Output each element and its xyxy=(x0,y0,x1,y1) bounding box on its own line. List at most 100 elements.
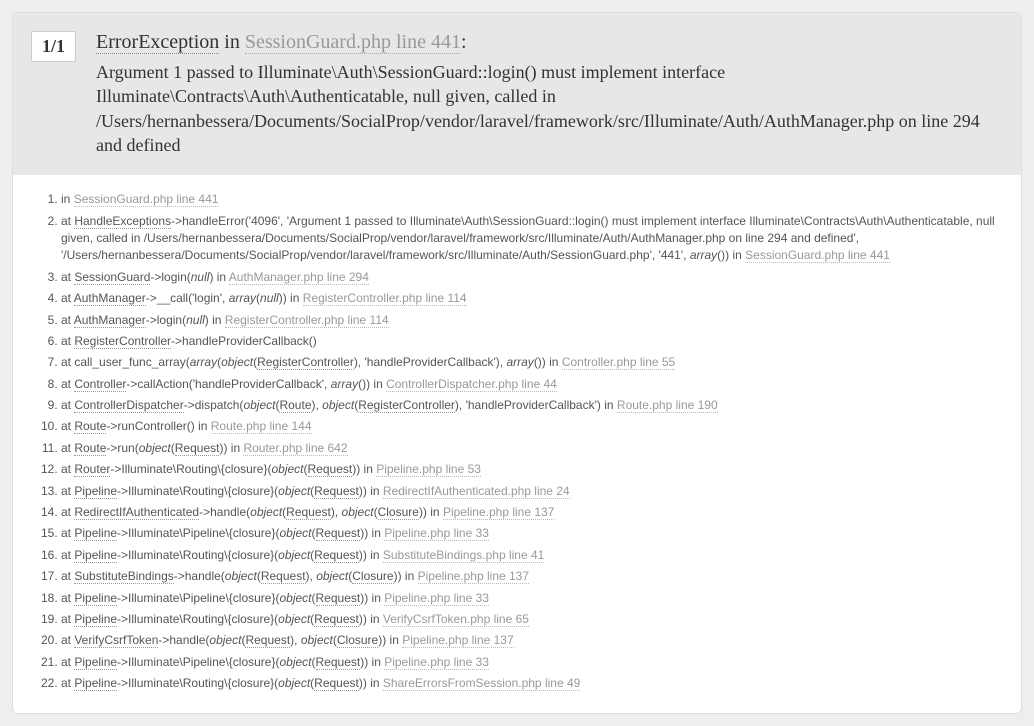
trace-text: at xyxy=(61,313,74,327)
trace-frame: at Router->Illuminate\Routing\{closure}(… xyxy=(61,459,1003,480)
trace-class[interactable]: SessionGuard xyxy=(74,270,150,285)
exception-file-link[interactable]: SessionGuard.php line 441 xyxy=(245,31,461,54)
trace-class[interactable]: Pipeline xyxy=(74,591,117,606)
trace-text: ), xyxy=(306,569,317,583)
trace-object-type[interactable]: Request xyxy=(286,505,331,520)
trace-class[interactable]: RedirectIfAuthenticated xyxy=(74,505,199,520)
trace-class[interactable]: AuthManager xyxy=(74,313,146,328)
trace-frame: at AuthManager->__call('login', array(nu… xyxy=(61,288,1003,309)
trace-text: at xyxy=(61,505,74,519)
trace-text: ->handleProviderCallback() xyxy=(171,334,317,348)
trace-keyword: object xyxy=(322,398,354,412)
trace-text: )) in xyxy=(419,505,443,519)
trace-file-link[interactable]: RedirectIfAuthenticated.php line 24 xyxy=(383,484,570,499)
trace-text: at xyxy=(61,591,74,605)
trace-class[interactable]: VerifyCsrfToken xyxy=(74,633,158,648)
trace-file-link[interactable]: RegisterController.php line 114 xyxy=(303,291,467,306)
stack-trace: in SessionGuard.php line 441at HandleExc… xyxy=(13,175,1021,712)
trace-object-type[interactable]: Closure xyxy=(337,633,378,648)
trace-file-link[interactable]: Route.php line 144 xyxy=(211,419,312,434)
trace-object-type[interactable]: Request xyxy=(314,484,359,499)
trace-file-link[interactable]: VerifyCsrfToken.php line 65 xyxy=(383,612,529,627)
trace-object-type[interactable]: Request xyxy=(314,548,359,563)
trace-text: ->handle( xyxy=(174,569,225,583)
trace-text: ->__call('login', xyxy=(146,291,229,305)
trace-class[interactable]: Pipeline xyxy=(74,526,117,541)
trace-text: )) in xyxy=(279,291,303,305)
trace-class[interactable]: Pipeline xyxy=(74,655,117,670)
trace-keyword: object xyxy=(243,398,275,412)
exception-title: ErrorException in SessionGuard.php line … xyxy=(96,31,1003,54)
trace-text: )) in xyxy=(394,569,418,583)
trace-file-link[interactable]: Pipeline.php line 33 xyxy=(384,655,489,670)
trace-file-link[interactable]: SubstituteBindings.php line 41 xyxy=(383,548,544,563)
trace-keyword: object xyxy=(250,505,282,519)
trace-text: ( xyxy=(374,505,378,519)
trace-file-link[interactable]: ControllerDispatcher.php line 44 xyxy=(386,377,557,392)
trace-file-link[interactable]: Pipeline.php line 33 xyxy=(384,591,489,606)
trace-text: )) in xyxy=(360,655,384,669)
exception-name[interactable]: ErrorException xyxy=(96,31,219,54)
trace-text: )) in xyxy=(360,526,384,540)
trace-object-type[interactable]: Request xyxy=(261,569,306,584)
trace-text: at xyxy=(61,398,74,412)
trace-file-link[interactable]: Pipeline.php line 137 xyxy=(443,505,554,520)
trace-file-link[interactable]: Pipeline.php line 137 xyxy=(402,633,513,648)
trace-file-link[interactable]: AuthManager.php line 294 xyxy=(229,270,369,285)
trace-frame: at SubstituteBindings->handle(object(Req… xyxy=(61,566,1003,587)
trace-text: ), 'handleProviderCallback'), xyxy=(354,355,507,369)
trace-class[interactable]: Pipeline xyxy=(74,612,117,627)
trace-keyword: array xyxy=(229,291,256,305)
trace-object-type[interactable]: RegisterController xyxy=(257,355,354,370)
trace-keyword: object xyxy=(342,505,374,519)
trace-text: )) in xyxy=(219,441,243,455)
trace-text: ( xyxy=(312,526,316,540)
trace-keyword: array xyxy=(331,377,358,391)
exception-message: Argument 1 passed to Illuminate\Auth\Ses… xyxy=(96,60,1003,157)
trace-frame: at SessionGuard->login(null) in AuthMana… xyxy=(61,267,1003,288)
trace-object-type[interactable]: Request xyxy=(316,526,361,541)
trace-class[interactable]: HandleExceptions xyxy=(74,214,171,229)
trace-object-type[interactable]: Request xyxy=(245,633,290,648)
trace-class[interactable]: Route xyxy=(74,441,106,456)
trace-class[interactable]: Pipeline xyxy=(74,548,117,563)
trace-text: at xyxy=(61,334,74,348)
trace-text: ), 'handleProviderCallback') in xyxy=(455,398,617,412)
trace-text: ->Illuminate\Routing\{closure}( xyxy=(117,484,278,498)
trace-file-link[interactable]: Controller.php line 55 xyxy=(562,355,675,370)
trace-object-type[interactable]: Request xyxy=(314,612,359,627)
trace-file-link[interactable]: SessionGuard.php line 441 xyxy=(74,192,219,207)
trace-file-link[interactable]: SessionGuard.php line 441 xyxy=(745,248,890,263)
trace-object-type[interactable]: Closure xyxy=(378,505,419,520)
trace-object-type[interactable]: Request xyxy=(175,441,220,456)
trace-text: ->runController() in xyxy=(106,419,210,433)
trace-object-type[interactable]: Request xyxy=(308,462,353,477)
error-header: 1/1 ErrorException in SessionGuard.php l… xyxy=(13,13,1021,175)
trace-class[interactable]: Controller xyxy=(74,377,126,392)
trace-frame: at ControllerDispatcher->dispatch(object… xyxy=(61,395,1003,416)
trace-object-type[interactable]: RegisterController xyxy=(358,398,455,413)
trace-object-type[interactable]: Closure xyxy=(352,569,393,584)
trace-text: at xyxy=(61,633,74,647)
trace-file-link[interactable]: Pipeline.php line 53 xyxy=(376,462,481,477)
trace-file-link[interactable]: Pipeline.php line 137 xyxy=(418,569,529,584)
trace-file-link[interactable]: RegisterController.php line 114 xyxy=(225,313,389,328)
trace-file-link[interactable]: Router.php line 642 xyxy=(243,441,347,456)
trace-keyword: object xyxy=(316,569,348,583)
trace-class[interactable]: Pipeline xyxy=(74,484,117,499)
trace-class[interactable]: RegisterController xyxy=(74,334,171,349)
trace-file-link[interactable]: Route.php line 190 xyxy=(617,398,718,413)
trace-class[interactable]: Route xyxy=(74,419,106,434)
trace-text: )) in xyxy=(360,591,384,605)
trace-text: ->run( xyxy=(106,441,138,455)
trace-frame: at VerifyCsrfToken->handle(object(Reques… xyxy=(61,630,1003,651)
trace-class[interactable]: SubstituteBindings xyxy=(74,569,173,584)
trace-object-type[interactable]: Request xyxy=(316,591,361,606)
trace-class[interactable]: AuthManager xyxy=(74,291,146,306)
trace-class[interactable]: ControllerDispatcher xyxy=(74,398,183,413)
trace-class[interactable]: Router xyxy=(74,462,110,477)
trace-object-type[interactable]: Route xyxy=(279,398,311,413)
trace-object-type[interactable]: Request xyxy=(316,655,361,670)
trace-frame: at Controller->callAction('handleProvide… xyxy=(61,374,1003,395)
trace-file-link[interactable]: Pipeline.php line 33 xyxy=(384,526,489,541)
